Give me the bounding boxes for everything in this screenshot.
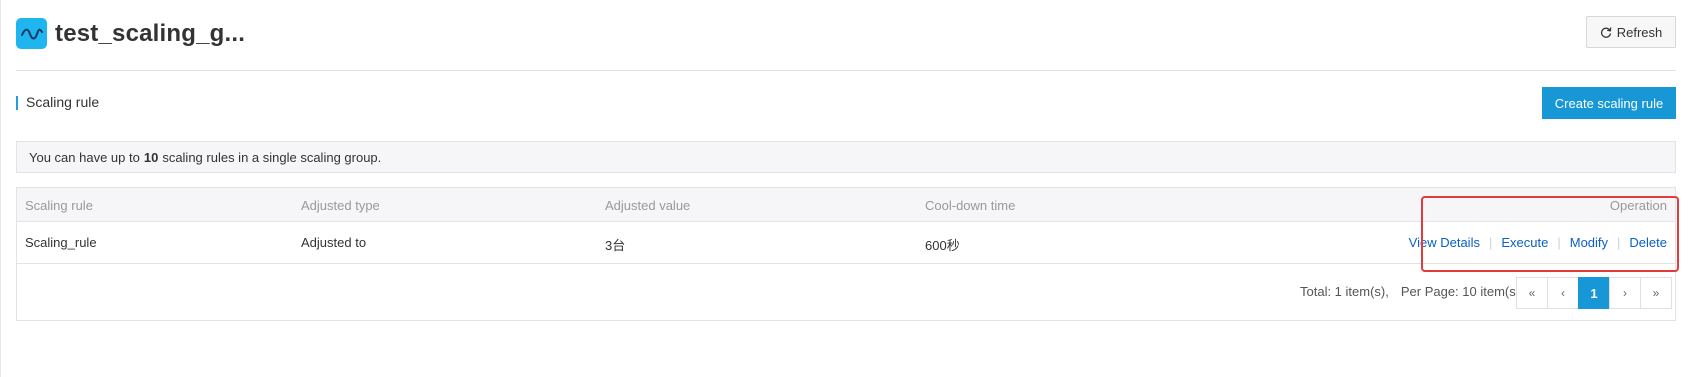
operation-separator: |: [1617, 235, 1621, 250]
delete-link[interactable]: Delete: [1629, 235, 1667, 250]
column-header-adjusted-type: Adjusted type: [301, 198, 380, 213]
refresh-icon: [1600, 27, 1611, 38]
column-header-operation: Operation: [1609, 198, 1667, 213]
column-header-cooldown: Cool-down time: [925, 198, 1016, 213]
pagination: « ‹ 1 › »: [1516, 277, 1672, 309]
notice-banner: You can have up to 10 scaling rules in a…: [16, 141, 1676, 173]
column-header-scaling-rule: Scaling rule: [25, 198, 93, 213]
notice-suffix: scaling rules in a single scaling group.: [162, 149, 382, 165]
adjusted-type-cell: Adjusted to: [301, 235, 367, 250]
execute-link[interactable]: Execute: [1501, 235, 1548, 250]
refresh-button-label: Refresh: [1616, 24, 1663, 40]
scaling-rules-table: Scaling rule Adjusted type Adjusted valu…: [16, 187, 1676, 321]
operation-separator: |: [1488, 235, 1493, 250]
next-page-button[interactable]: ›: [1609, 277, 1641, 309]
rule-name-cell: Scaling_rule: [25, 235, 97, 250]
column-header-adjusted-value: Adjusted value: [605, 198, 691, 213]
operation-separator: |: [1557, 235, 1561, 250]
pagination-info: Total: 1 item(s), Per Page: 10 item(s): [1300, 284, 1520, 299]
refresh-button[interactable]: Refresh: [1586, 16, 1676, 48]
table-header-row: Scaling rule Adjusted type Adjusted valu…: [17, 188, 1675, 222]
current-page-button[interactable]: 1: [1578, 277, 1610, 309]
section-accent-bar: [16, 96, 18, 110]
view-details-link[interactable]: View Details: [1409, 235, 1480, 250]
previous-page-button[interactable]: ‹: [1547, 277, 1579, 309]
notice-limit: 10: [143, 149, 159, 165]
notice-prefix: You can have up to: [29, 149, 140, 165]
wave-logo-icon: [16, 18, 47, 49]
modify-link[interactable]: Modify: [1570, 235, 1608, 250]
page-title: test_scaling_g...: [55, 19, 246, 47]
adjusted-value-cell: 3台: [605, 238, 626, 253]
pagination-total: Total: 1 item(s),: [1300, 284, 1389, 299]
table-row: Scaling_rule Adjusted to 3台 600秒 View De…: [17, 222, 1675, 264]
section-title: Scaling rule: [26, 94, 100, 110]
operation-links: View Details | Execute | Modify | Delete: [1409, 235, 1667, 250]
first-page-button[interactable]: «: [1516, 277, 1548, 309]
create-scaling-rule-button[interactable]: Create scaling rule: [1542, 87, 1676, 119]
page-header: test_scaling_g...: [16, 18, 245, 49]
pagination-per-page: Per Page: 10 item(s): [1400, 284, 1521, 299]
header-divider: [16, 70, 1676, 71]
left-edge-divider: [0, 0, 1, 377]
last-page-button[interactable]: »: [1640, 277, 1672, 309]
cooldown-cell: 600秒: [925, 238, 960, 253]
